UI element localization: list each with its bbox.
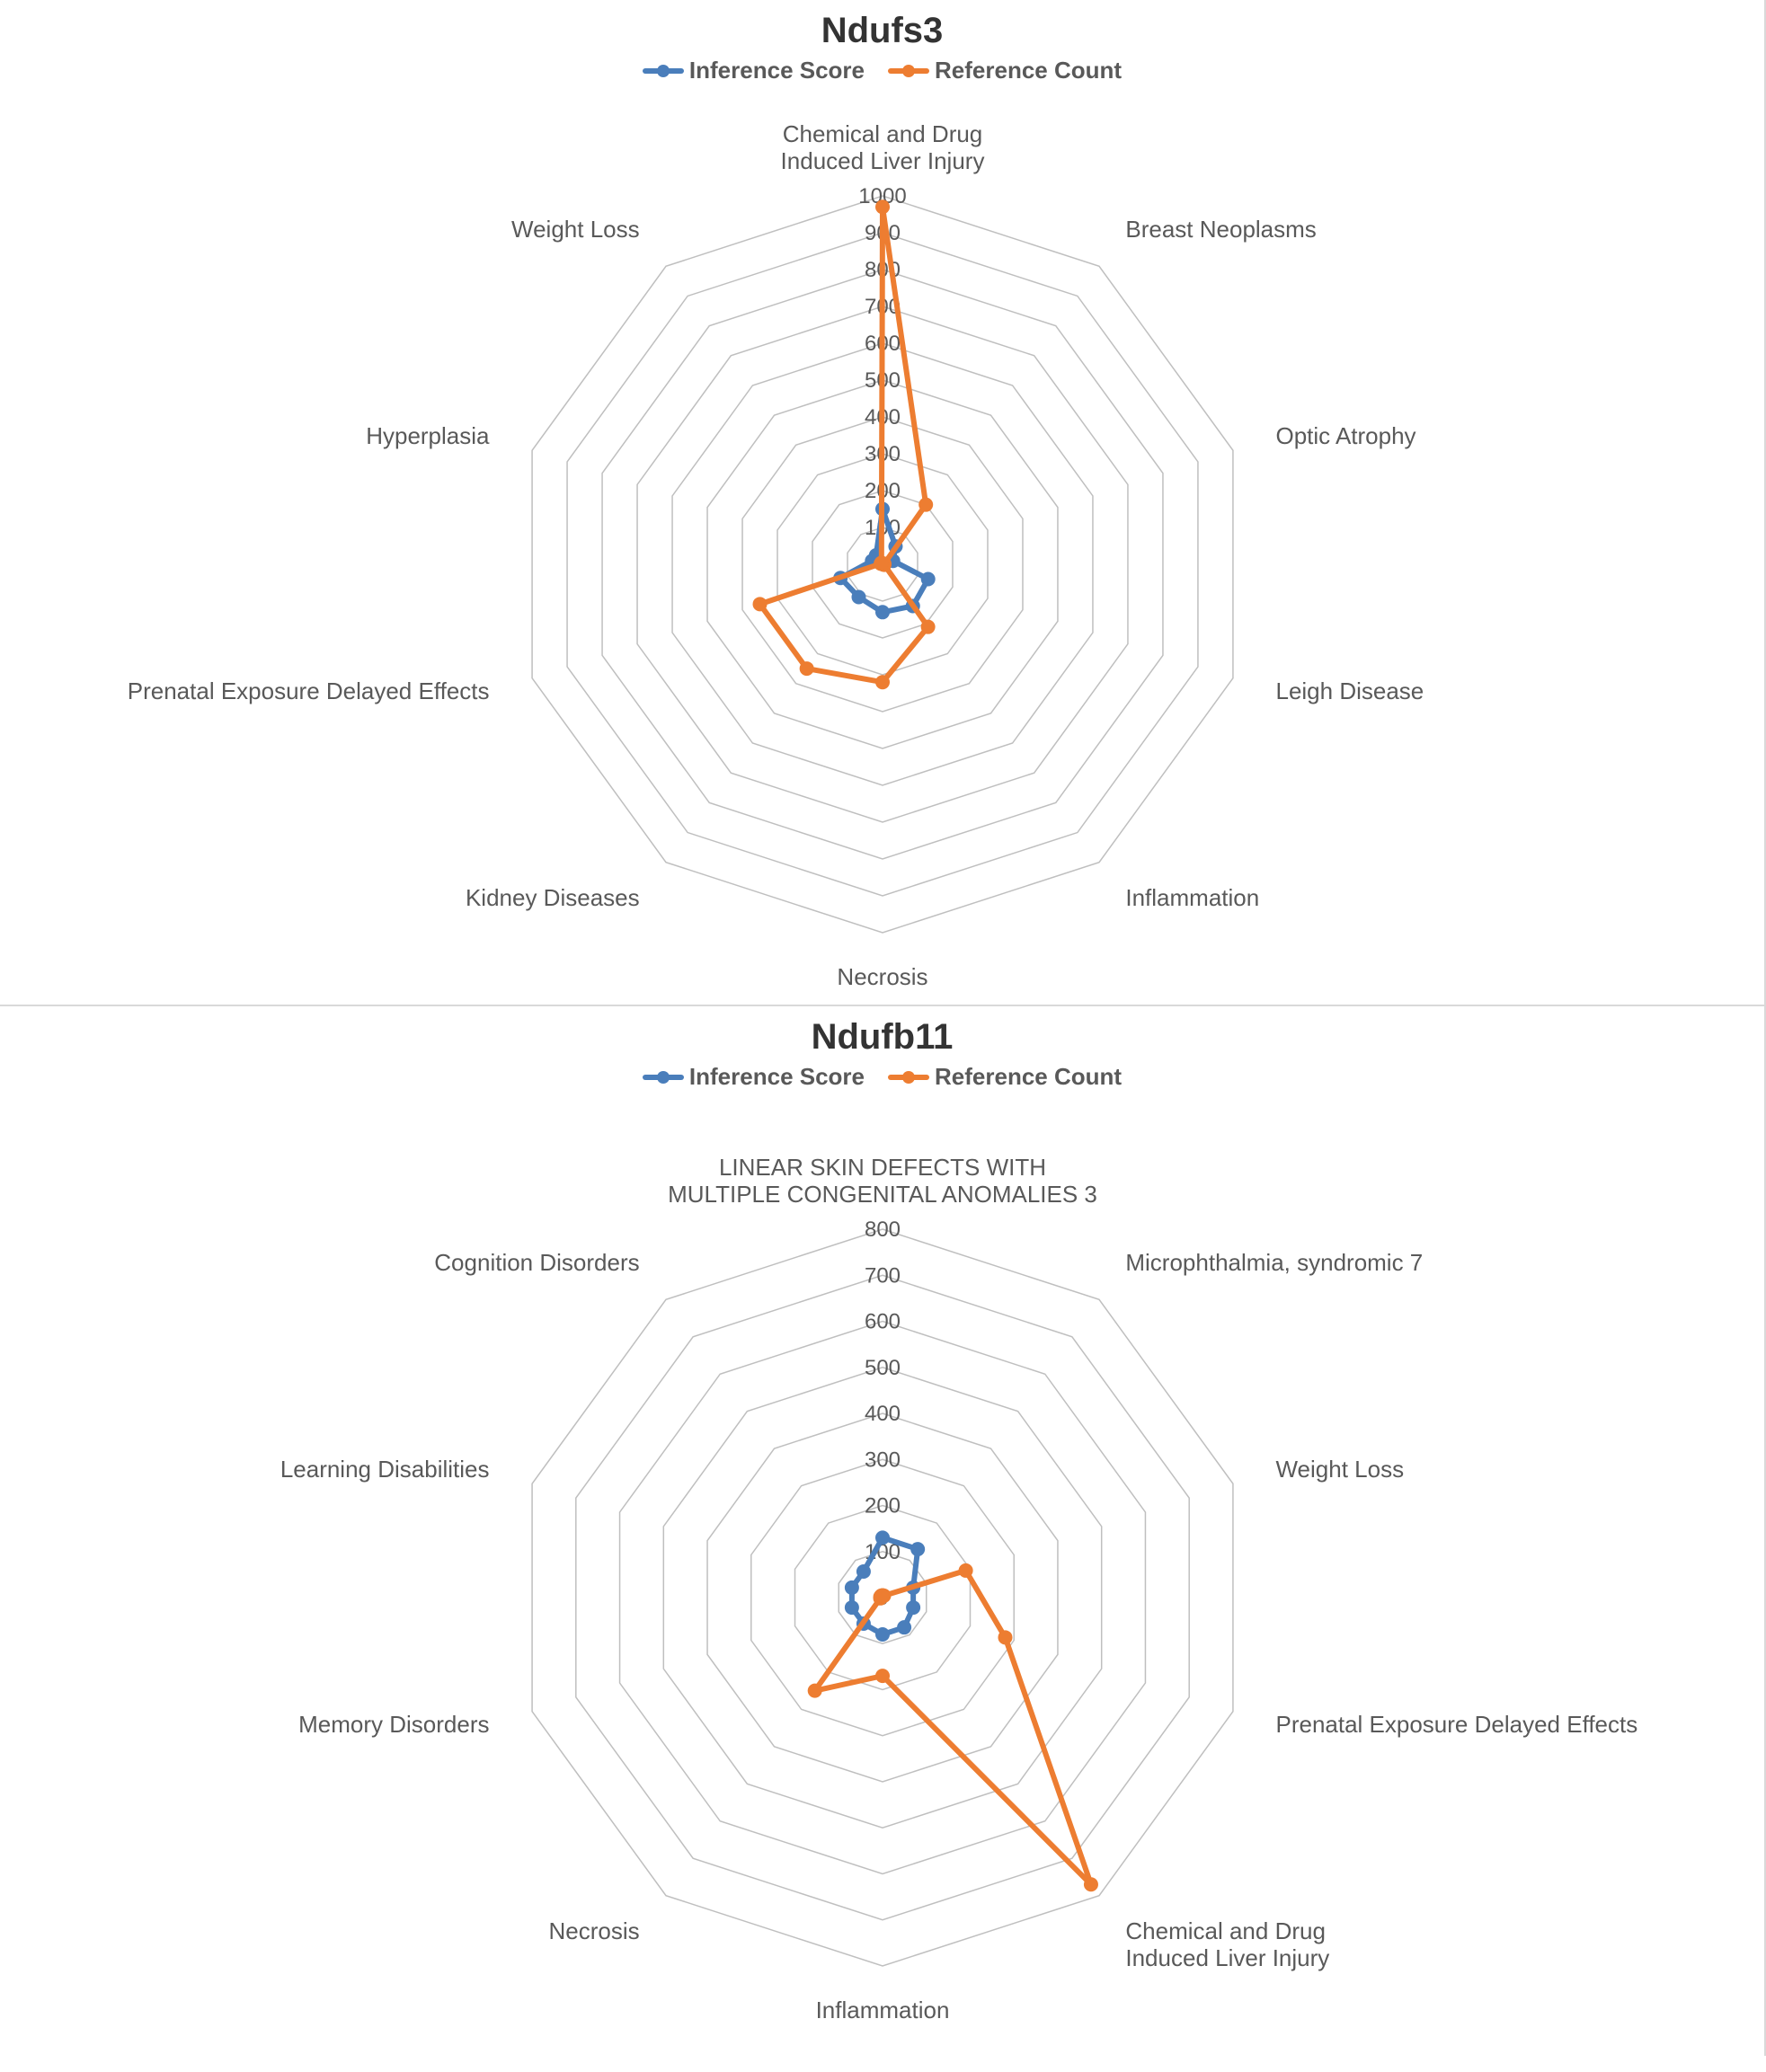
svg-text:300: 300 <box>864 1448 900 1472</box>
legend-label: Inference Score <box>689 57 865 84</box>
svg-text:200: 200 <box>864 1494 900 1519</box>
svg-text:Weight Loss: Weight Loss <box>511 216 640 243</box>
svg-text:Induced Liver Injury: Induced Liver Injury <box>780 147 984 174</box>
svg-text:Microphthalmia, syndromic 7: Microphthalmia, syndromic 7 <box>1125 1249 1423 1276</box>
legend-label: Inference Score <box>689 1063 865 1091</box>
svg-text:Necrosis: Necrosis <box>837 963 927 990</box>
svg-text:Prenatal Exposure Delayed Effe: Prenatal Exposure Delayed Effects <box>1275 1711 1637 1738</box>
chart-title: Ndufb11 <box>0 1006 1764 1063</box>
legend-label: Reference Count <box>935 1063 1122 1091</box>
svg-text:Learning Disabilities: Learning Disabilities <box>280 1456 489 1483</box>
svg-text:Inflammation: Inflammation <box>1125 884 1259 911</box>
svg-text:800: 800 <box>864 1218 900 1242</box>
legend-swatch-blue <box>643 68 684 74</box>
svg-text:Kidney Diseases: Kidney Diseases <box>465 884 639 911</box>
svg-text:Necrosis: Necrosis <box>548 1917 639 1944</box>
svg-text:LINEAR SKIN DEFECTS WITH: LINEAR SKIN DEFECTS WITH <box>718 1154 1045 1181</box>
legend-item-reference: Reference Count <box>888 57 1122 84</box>
svg-text:Hyperplasia: Hyperplasia <box>366 422 490 449</box>
chart-legend: Inference Score Reference Count <box>0 1063 1764 1094</box>
svg-text:700: 700 <box>864 1263 900 1288</box>
svg-text:600: 600 <box>864 1310 900 1334</box>
page-root: Ndufs3 Inference Score Reference Count 0… <box>0 0 1766 2056</box>
svg-text:Optic Atrophy: Optic Atrophy <box>1275 422 1415 449</box>
legend-item-reference: Reference Count <box>888 1063 1122 1091</box>
svg-text:Prenatal Exposure Delayed Effe: Prenatal Exposure Delayed Effects <box>127 677 489 704</box>
svg-text:400: 400 <box>864 1402 900 1426</box>
chart-title: Ndufs3 <box>0 0 1764 57</box>
legend-item-inference: Inference Score <box>643 57 865 84</box>
legend-item-inference: Inference Score <box>643 1063 865 1091</box>
svg-text:Memory Disorders: Memory Disorders <box>298 1711 489 1738</box>
svg-text:Induced Liver Injury: Induced Liver Injury <box>1125 1944 1329 1971</box>
svg-text:500: 500 <box>864 1356 900 1380</box>
legend-swatch-orange <box>888 1075 929 1080</box>
svg-text:Breast Neoplasms: Breast Neoplasms <box>1125 216 1316 243</box>
svg-text:Leigh Disease: Leigh Disease <box>1275 677 1424 704</box>
svg-text:MULTIPLE CONGENITAL ANOMALIES: MULTIPLE CONGENITAL ANOMALIES 3 <box>668 1181 1097 1208</box>
chart-ndufs3: Ndufs3 Inference Score Reference Count 0… <box>0 0 1766 1005</box>
radar-svg: 01002003004005006007008009001000Chemical… <box>74 88 1691 1005</box>
svg-text:Inflammation: Inflammation <box>815 1997 949 2023</box>
chart-legend: Inference Score Reference Count <box>0 57 1764 88</box>
svg-text:Weight Loss: Weight Loss <box>1275 1456 1404 1483</box>
legend-swatch-orange <box>888 68 929 74</box>
svg-text:Chemical and Drug: Chemical and Drug <box>1125 1917 1326 1944</box>
legend-swatch-blue <box>643 1075 684 1080</box>
svg-text:Chemical and Drug: Chemical and Drug <box>782 120 982 147</box>
legend-label: Reference Count <box>935 57 1122 84</box>
svg-text:Cognition Disorders: Cognition Disorders <box>434 1249 639 1276</box>
chart-ndufb11: Ndufb11 Inference Score Reference Count … <box>0 1006 1766 2056</box>
radar-svg: 0100200300400500600700800LINEAR SKIN DEF… <box>74 1094 1691 2056</box>
